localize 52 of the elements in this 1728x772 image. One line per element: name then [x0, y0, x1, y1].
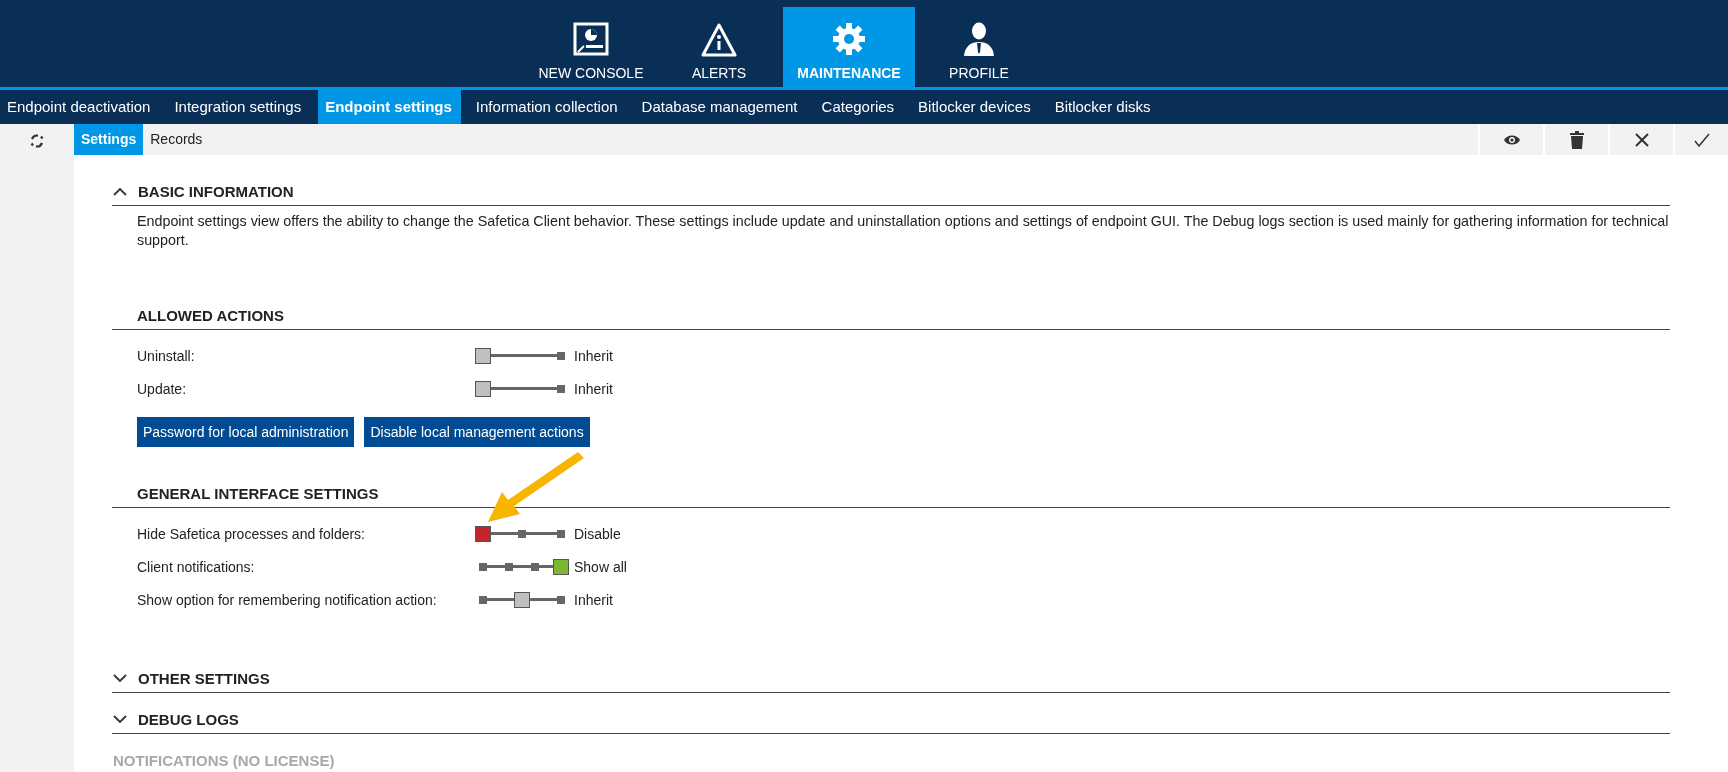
user-icon	[961, 21, 997, 57]
sub-nav-tab[interactable]: Categories	[814, 90, 904, 124]
eye-icon	[1502, 133, 1521, 146]
warning-icon	[701, 23, 737, 57]
trash-icon	[1569, 130, 1584, 149]
sub-nav-tab[interactable]: Bitlocker devices	[911, 90, 1040, 124]
slider[interactable]	[476, 558, 568, 575]
section-title[interactable]: DEBUG LOGS	[138, 710, 239, 728]
setting-value: Inherit	[574, 591, 613, 608]
console-icon	[573, 21, 609, 57]
sub-nav-tab[interactable]: Integration settings	[167, 90, 311, 124]
setting-label: Update:	[137, 380, 188, 397]
section-title[interactable]: OTHER SETTINGS	[138, 669, 270, 687]
nav-tab[interactable]: NEW CONSOLE	[527, 7, 655, 87]
setting-value: Inherit	[574, 380, 613, 397]
slider[interactable]	[476, 591, 568, 608]
subsection-title: GENERAL INTERFACE SETTINGS	[137, 484, 379, 502]
chevron-down-icon[interactable]	[113, 673, 127, 683]
setting-label: Hide Safetica processes and folders:	[137, 525, 366, 542]
action-button[interactable]: Password for local administration	[137, 417, 355, 447]
checkmark-icon	[1693, 132, 1710, 147]
slider-thumb[interactable]	[553, 558, 569, 575]
section-description: Endpoint settings view offers the ability to change the Safetica Client behavior. These settings include update and uninstallation options and settings of endpoint GUI. The Debug logs section is used mainly for gathering information for technical support.	[137, 212, 1670, 250]
sub-nav-tab[interactable]: Database management	[634, 90, 807, 124]
chevron-down-icon[interactable]	[113, 714, 127, 724]
subsection-title: ALLOWED ACTIONS	[137, 306, 284, 324]
nav-tab[interactable]: ALERTS	[655, 7, 783, 87]
action-button[interactable]: Disable local management actions	[364, 417, 590, 447]
nav-tab[interactable]: PROFILE	[915, 7, 1043, 87]
chevron-up-icon[interactable]	[113, 186, 127, 196]
slider-thumb[interactable]	[475, 525, 491, 542]
sub-nav-tab[interactable]: Endpoint deactivation	[0, 90, 160, 124]
slider[interactable]	[476, 380, 568, 397]
section-title: NOTIFICATIONS (NO LICENSE)	[113, 751, 335, 769]
setting-label: Uninstall:	[137, 347, 196, 364]
slider-thumb[interactable]	[514, 591, 530, 608]
slider[interactable]	[476, 525, 568, 542]
sub-nav-tab[interactable]: Information collection	[468, 90, 627, 124]
view-tab[interactable]: Records	[143, 124, 210, 155]
gear-icon	[831, 21, 867, 57]
setting-value: Show all	[574, 558, 627, 575]
setting-label: Client notifications:	[137, 558, 256, 575]
close-icon	[1634, 132, 1649, 147]
setting-value: Disable	[574, 525, 621, 542]
refresh-icon[interactable]	[29, 133, 45, 149]
section-title[interactable]: BASIC INFORMATION	[138, 182, 294, 200]
setting-label: Show option for remembering notification action:	[137, 591, 438, 608]
sub-nav-tab[interactable]: Bitlocker disks	[1047, 90, 1160, 124]
setting-value: Inherit	[574, 347, 613, 364]
slider-thumb[interactable]	[475, 347, 491, 364]
slider[interactable]	[476, 347, 568, 364]
slider-thumb[interactable]	[475, 380, 491, 397]
